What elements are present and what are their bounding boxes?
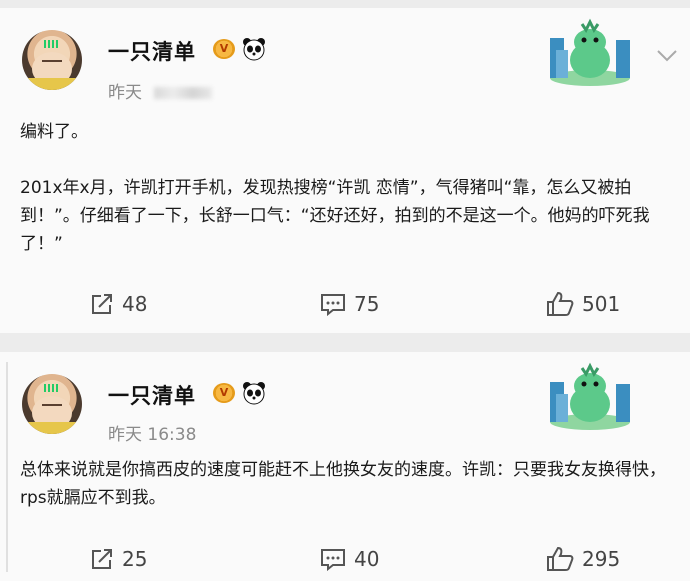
post-time-text: 昨天	[108, 83, 142, 103]
share-icon	[90, 547, 114, 571]
panda-icon	[242, 381, 266, 405]
share-button[interactable]: 48	[90, 290, 147, 318]
post-time: 昨天	[108, 78, 212, 103]
like-button[interactable]: 501	[546, 290, 620, 318]
dinosaur-sticker	[546, 18, 634, 88]
comment-button[interactable]: 75	[320, 290, 379, 318]
comment-button[interactable]: 40	[320, 545, 379, 573]
comment-count: 40	[354, 547, 380, 571]
dinosaur-sticker	[546, 362, 634, 432]
avatar[interactable]	[22, 374, 82, 434]
comment-icon	[320, 292, 346, 316]
avatar[interactable]	[22, 30, 82, 90]
username[interactable]: 一只清单	[108, 380, 196, 410]
post-card: 一只清单 V 昨天 16:38 总体来说就是你搞西皮的速度可能赶不上他换女友的速…	[0, 352, 690, 581]
post-card: 一只清单 V 昨天 编料了。 201x年x月，许凯打开手机，发现热搜榜“许凯 恋…	[0, 8, 690, 333]
thumbs-up-icon	[546, 546, 574, 572]
post-content: 编料了。 201x年x月，许凯打开手机，发现热搜榜“许凯 恋情”，气得猪叫“靠，…	[20, 122, 650, 254]
like-count: 501	[582, 292, 621, 316]
crown-icon: V	[213, 39, 235, 59]
comment-icon	[320, 547, 346, 571]
post-content: 总体来说就是你搞西皮的速度可能赶不上他换女友的速度。许凯：只要我女友换得快，rp…	[20, 460, 666, 508]
like-count: 295	[582, 547, 621, 571]
username[interactable]: 一只清单	[108, 36, 196, 66]
divider	[6, 362, 8, 572]
panda-icon	[242, 37, 266, 61]
crown-icon: V	[213, 383, 235, 403]
thumbs-up-icon	[546, 291, 574, 317]
chevron-down-icon[interactable]	[656, 48, 678, 62]
like-button[interactable]: 295	[546, 545, 620, 573]
blurred-source	[154, 87, 212, 99]
post-time: 昨天 16:38	[108, 425, 197, 445]
comment-count: 75	[354, 292, 380, 316]
share-count: 48	[122, 292, 148, 316]
share-icon	[90, 292, 114, 316]
share-count: 25	[122, 547, 148, 571]
share-button[interactable]: 25	[90, 545, 147, 573]
